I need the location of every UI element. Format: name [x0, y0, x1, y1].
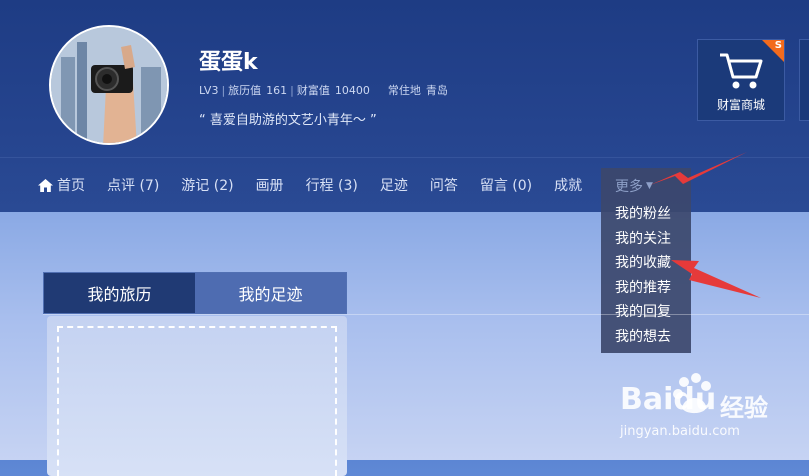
tab-my-travel[interactable]: 我的旅历: [44, 273, 195, 313]
profile-tabs: 我的旅历 我的足迹: [43, 272, 347, 314]
nav-item-albums[interactable]: 画册: [256, 175, 284, 195]
watermark-brand-left: Bai: [620, 382, 674, 417]
header-action-button[interactable]: [799, 39, 809, 121]
main-nav: 首页 点评 (7) 游记 (2) 画册 行程 (3) 足迹 问答 留言 (0) …: [38, 175, 604, 195]
nav-item-footprints[interactable]: 足迹: [380, 175, 408, 195]
nav-item-more-label: 更多: [615, 179, 643, 195]
caret-down-icon: ▼: [646, 181, 653, 191]
wealth-label: 财富值: [296, 84, 330, 97]
home-icon: [38, 178, 53, 192]
dropdown-item-wishlist[interactable]: 我的想去: [601, 325, 691, 350]
travel-card: [47, 316, 347, 476]
residence-value: 青岛: [425, 84, 448, 97]
nav-item-achievements[interactable]: 成就: [554, 175, 582, 195]
travel-label: 旅历值: [228, 84, 262, 97]
watermark-url: jingyan.baidu.com: [620, 424, 740, 439]
dropdown-item-recommendations[interactable]: 我的推荐: [601, 276, 691, 301]
content-divider: [43, 314, 809, 315]
paw-icon: [673, 373, 711, 414]
nav-item-itineraries[interactable]: 行程 (3): [306, 175, 358, 195]
dropdown-item-fans[interactable]: 我的粉丝: [601, 202, 691, 227]
dropdown-item-following[interactable]: 我的关注: [601, 227, 691, 252]
dropdown-item-favorites[interactable]: 我的收藏: [601, 251, 691, 276]
card-dashed-border: [57, 326, 337, 476]
nav-item-label: 首页: [57, 178, 85, 194]
travel-value: 161: [266, 84, 288, 97]
user-motto: “ 喜爱自助游的文艺小青年～ ”: [199, 113, 377, 128]
tab-my-footprints[interactable]: 我的足迹: [195, 273, 346, 313]
avatar[interactable]: [49, 25, 169, 145]
shop-badge-text: S: [774, 40, 782, 51]
nav-item-home[interactable]: 首页: [38, 175, 85, 195]
cart-icon: [720, 53, 763, 89]
nav-item-reviews[interactable]: 点评 (7): [107, 175, 159, 195]
dropdown-item-replies[interactable]: 我的回复: [601, 300, 691, 325]
nav-item-messages[interactable]: 留言 (0): [480, 175, 532, 195]
baidu-jingyan-watermark: Baidu 经验 jingyan.baidu.com: [620, 372, 770, 452]
avatar-photo: [51, 27, 167, 143]
watermark-suffix: 经验: [720, 394, 768, 422]
nav-item-more[interactable]: 更多 ▼: [615, 176, 653, 196]
nav-item-travel-notes[interactable]: 游记 (2): [181, 175, 233, 195]
header-divider: [0, 157, 809, 158]
username: 蛋蛋k: [199, 50, 258, 75]
wealth-shop-button[interactable]: 财富商城 S: [697, 39, 785, 121]
residence-label: 常住地: [387, 84, 421, 97]
nav-item-qa[interactable]: 问答: [430, 175, 458, 195]
more-dropdown-list: 我的粉丝 我的关注 我的收藏 我的推荐 我的回复 我的想去: [601, 202, 691, 350]
user-level: LV3: [199, 84, 219, 97]
user-stats: LV3 | 旅历值 161 | 财富值 10400 常住地 青岛: [199, 84, 448, 97]
wealth-shop-label: 财富商城: [716, 98, 765, 112]
wealth-value: 10400: [334, 84, 370, 97]
more-dropdown: 更多 ▼ 我的粉丝 我的关注 我的收藏 我的推荐 我的回复 我的想去: [601, 168, 691, 353]
